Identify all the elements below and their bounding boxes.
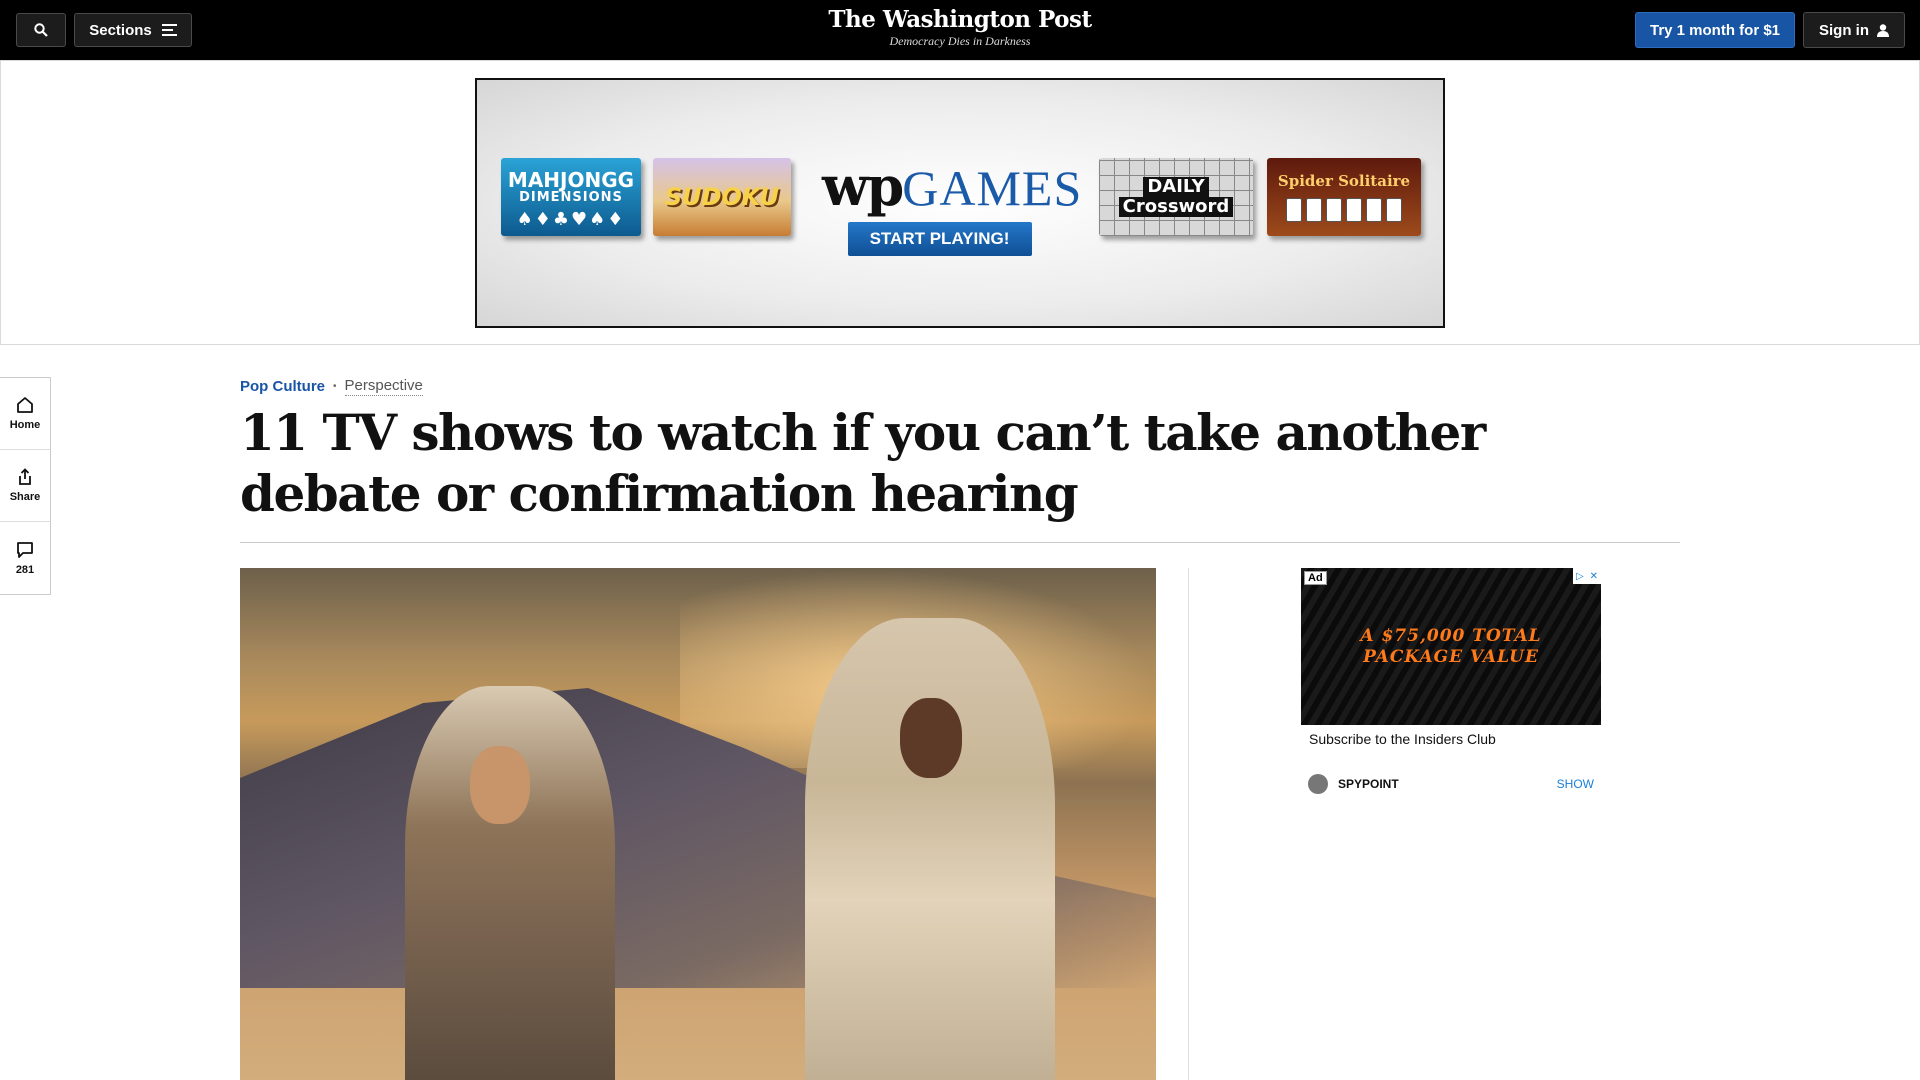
crossword-line1: DAILY — [1143, 177, 1209, 197]
headline-divider — [240, 542, 1680, 543]
hero-figure-right — [805, 618, 1055, 1080]
home-button[interactable]: Home — [0, 378, 50, 450]
adchoices-icon[interactable]: ▷ — [1576, 571, 1584, 582]
games-logo-text: GAMES — [902, 160, 1083, 216]
crossword-line2: Crossword — [1118, 197, 1234, 217]
wp-logo-mark: wp — [822, 154, 904, 218]
masthead-tagline: Democracy Dies in Darkness — [889, 34, 1031, 48]
perspective-label[interactable]: Perspective — [344, 377, 423, 396]
search-button[interactable] — [16, 13, 66, 47]
kicker-separator: • — [333, 381, 337, 392]
banner-line-2: PACKAGE VALUE — [1363, 647, 1539, 667]
spider-solitaire-tile[interactable]: Spider Solitaire — [1267, 158, 1421, 236]
cards-graphic — [1286, 198, 1402, 222]
column-divider — [1188, 568, 1189, 1080]
article-hero-image[interactable] — [240, 568, 1156, 1080]
masthead[interactable]: The Washington Post Democracy Dies in Da… — [760, 6, 1160, 49]
article-action-rail: Home Share 281 — [0, 377, 51, 595]
wp-games-banner-ad[interactable]: MAHJONGG DIMENSIONS ♠♦♣♥♠♦ SUDOKU wpGAME… — [475, 78, 1445, 328]
banner-line-1: A $75,000 TOTAL — [1360, 626, 1542, 646]
sections-label: Sections — [89, 21, 152, 39]
share-label: Share — [9, 491, 41, 503]
hero-figure-left — [405, 686, 615, 1080]
share-icon — [19, 468, 31, 485]
start-playing-button[interactable]: START PLAYING! — [847, 222, 1032, 256]
wp-games-logo-block[interactable]: wpGAMES START PLAYING! — [822, 158, 1081, 256]
search-icon — [34, 23, 48, 37]
sections-button[interactable]: Sections — [74, 13, 192, 47]
globe-icon — [1308, 774, 1328, 794]
sidebar-ad-caption[interactable]: Subscribe to the Insiders Club — [1301, 725, 1601, 753]
article-headline: 11 TV shows to watch if you can’t take a… — [240, 403, 1486, 523]
home-label: Home — [9, 419, 41, 431]
adchoices-controls[interactable]: ▷ ✕ — [1573, 568, 1601, 584]
close-icon[interactable]: ✕ — [1590, 571, 1598, 582]
mahjong-tile[interactable]: MAHJONGG DIMENSIONS ♠♦♣♥♠♦ — [501, 158, 641, 236]
sidebar-ad-source: SPYPOINT SHOW — [1301, 769, 1601, 799]
mahjong-pieces-graphic: ♠♦♣♥♠♦ — [516, 209, 626, 230]
show-ad-button[interactable]: SHOW — [1557, 777, 1594, 791]
sign-in-button[interactable]: Sign in — [1803, 12, 1905, 48]
article-kicker: Pop Culture • Perspective — [240, 377, 423, 396]
user-icon — [1877, 23, 1889, 37]
comments-count: 281 — [15, 563, 35, 576]
comments-button[interactable]: 281 — [0, 522, 50, 594]
wp-games-logo: wpGAMES — [822, 158, 1081, 216]
category-link[interactable]: Pop Culture — [240, 378, 325, 395]
sidebar-ad-banner[interactable]: Ad ▷ ✕ A $75,000 TOTAL PACKAGE VALUE — [1301, 568, 1601, 725]
home-icon — [17, 397, 33, 413]
mahjong-title: MAHJONGG — [507, 168, 635, 192]
sign-in-label: Sign in — [1819, 21, 1869, 39]
sidebar-ad-headline: A $75,000 TOTAL PACKAGE VALUE — [1301, 626, 1601, 668]
subscribe-button[interactable]: Try 1 month for $1 — [1635, 12, 1795, 48]
comment-icon — [17, 541, 33, 558]
crossword-tile[interactable]: DAILY Crossword — [1099, 158, 1253, 236]
masthead-logo[interactable]: The Washington Post — [760, 6, 1160, 33]
spider-title: Spider Solitaire — [1277, 172, 1411, 190]
top-navigation-bar: Sections The Washington Post Democracy D… — [0, 0, 1920, 60]
ad-badge: Ad — [1304, 571, 1327, 585]
sidebar-ad[interactable]: Ad ▷ ✕ A $75,000 TOTAL PACKAGE VALUE Sub… — [1301, 568, 1601, 799]
sudoku-tile[interactable]: SUDOKU — [653, 158, 791, 236]
menu-icon — [161, 24, 177, 36]
mahjong-subtitle: DIMENSIONS — [519, 190, 623, 205]
advertiser-name: SPYPOINT — [1338, 777, 1399, 791]
share-button[interactable]: Share — [0, 450, 50, 522]
